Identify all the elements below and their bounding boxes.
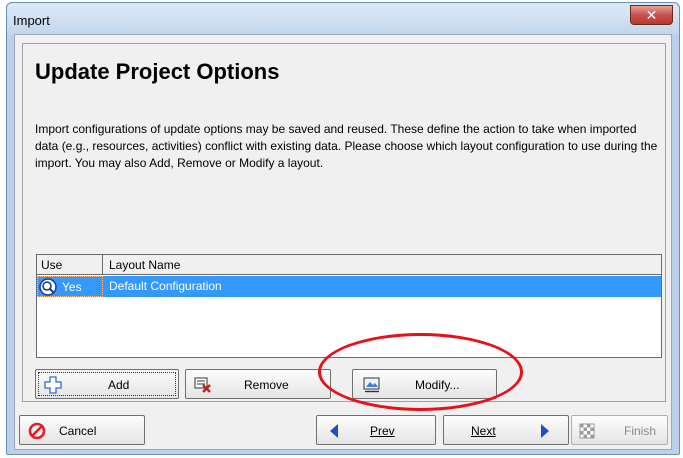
prev-button[interactable]: Prev <box>316 415 436 445</box>
window-title: Import <box>13 13 50 28</box>
arrow-right-icon <box>541 424 549 438</box>
modify-layout-icon <box>363 377 380 393</box>
arrow-left-icon <box>330 424 338 438</box>
table-row[interactable]: Yes Default Configuration <box>37 276 661 297</box>
next-button[interactable]: Next <box>443 415 569 445</box>
add-button-label: Add <box>108 378 130 392</box>
add-button[interactable]: Add <box>35 369 179 399</box>
page-description: Import configurations of update options … <box>35 122 658 170</box>
wizard-navigation-bar: Cancel Prev Next Finish <box>15 410 671 450</box>
import-dialog: Import ✕ Update Project Options Import c… <box>6 2 680 455</box>
table-header: Use Layout Name <box>37 255 661 275</box>
cancel-icon <box>28 422 46 440</box>
column-header-use[interactable]: Use <box>37 255 103 274</box>
remove-button-label: Remove <box>244 378 289 392</box>
plus-icon <box>44 376 62 394</box>
modify-button[interactable]: Modify... <box>352 369 497 399</box>
dialog-body: Update Project Options Import configurat… <box>14 34 672 450</box>
title-bar[interactable]: Import ✕ <box>7 3 679 35</box>
row-layout-name: Default Configuration <box>109 279 222 293</box>
finish-button[interactable]: Finish <box>571 415 668 445</box>
cancel-button-label: Cancel <box>59 424 97 438</box>
modify-button-label: Modify... <box>415 378 460 392</box>
cancel-button[interactable]: Cancel <box>19 415 145 445</box>
page-title: Update Project Options <box>35 59 280 84</box>
finish-button-label: Finish <box>624 424 657 438</box>
close-icon: ✕ <box>645 6 658 23</box>
remove-button[interactable]: Remove <box>185 369 331 399</box>
row-use-value: Yes <box>62 280 82 294</box>
column-header-layout-name[interactable]: Layout Name <box>103 255 661 274</box>
next-button-label: Next <box>471 424 496 438</box>
magnifier-icon <box>39 278 57 296</box>
prev-button-label: Prev <box>370 424 395 438</box>
row-use-cell[interactable]: Yes <box>37 276 103 297</box>
layout-table: Use Layout Name Yes Default Configuratio… <box>36 254 662 358</box>
remove-layout-icon <box>194 377 211 393</box>
content-panel: Update Project Options Import configurat… <box>22 43 666 402</box>
close-button[interactable]: ✕ <box>630 5 673 25</box>
checkered-flag-icon <box>579 423 595 439</box>
